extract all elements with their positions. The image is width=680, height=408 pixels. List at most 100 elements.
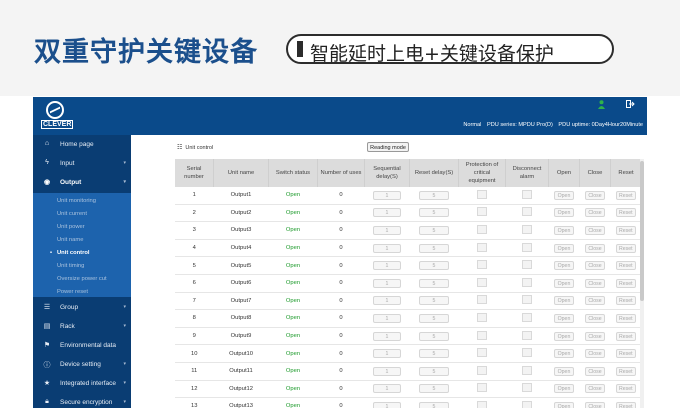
open-button[interactable]: Open (554, 208, 574, 218)
disconnect-alarm-checkbox[interactable] (522, 260, 532, 270)
close-button[interactable]: Close (585, 243, 605, 253)
protection-checkbox[interactable] (477, 365, 487, 375)
reset-button[interactable]: Reset (615, 331, 636, 341)
reset-delay-input[interactable]: 5 (419, 384, 449, 394)
sequential-delay-input[interactable]: 1 (373, 384, 401, 394)
reading-mode-button[interactable]: Reading mode (367, 142, 409, 152)
disconnect-alarm-checkbox[interactable] (522, 312, 532, 322)
disconnect-alarm-checkbox[interactable] (522, 242, 532, 252)
close-button[interactable]: Close (585, 190, 605, 200)
reset-button[interactable]: Reset (615, 261, 636, 271)
disconnect-alarm-checkbox[interactable] (522, 330, 532, 340)
sidebar-item-output[interactable]: ◉ Output ▾ (33, 174, 131, 192)
sequential-delay-input[interactable]: 1 (373, 366, 401, 376)
open-button[interactable]: Open (554, 243, 574, 253)
sequential-delay-input[interactable]: 1 (373, 208, 401, 218)
reset-delay-input[interactable]: 5 (419, 401, 449, 408)
protection-checkbox[interactable] (477, 207, 487, 217)
sequential-delay-input[interactable]: 1 (373, 225, 401, 235)
submenu-oversize-power-cut[interactable]: Oversize power cut (57, 276, 107, 282)
open-button[interactable]: Open (554, 401, 574, 408)
open-button[interactable]: Open (554, 331, 574, 341)
disconnect-alarm-checkbox[interactable] (522, 400, 532, 408)
sidebar-item-home[interactable]: ⌂ Home page (33, 136, 131, 154)
protection-checkbox[interactable] (477, 400, 487, 408)
submenu-unit-control[interactable]: Unit control (50, 250, 89, 256)
protection-checkbox[interactable] (477, 383, 487, 393)
protection-checkbox[interactable] (477, 348, 487, 358)
reset-delay-input[interactable]: 5 (419, 225, 449, 235)
reset-delay-input[interactable]: 5 (419, 296, 449, 306)
vertical-scrollbar[interactable] (640, 159, 644, 408)
protection-checkbox[interactable] (477, 312, 487, 322)
open-button[interactable]: Open (554, 278, 574, 288)
close-button[interactable]: Close (585, 401, 605, 408)
reset-button[interactable]: Reset (615, 243, 636, 253)
close-button[interactable]: Close (585, 331, 605, 341)
submenu-unit-name[interactable]: Unit name (57, 237, 83, 243)
open-button[interactable]: Open (554, 313, 574, 323)
reset-delay-input[interactable]: 5 (419, 331, 449, 341)
sidebar-item-group[interactable]: ☰ Group ▾ (33, 299, 131, 317)
logout-icon[interactable] (626, 100, 635, 110)
reset-delay-input[interactable]: 5 (419, 261, 449, 271)
protection-checkbox[interactable] (477, 277, 487, 287)
reset-button[interactable]: Reset (615, 313, 636, 323)
protection-checkbox[interactable] (477, 242, 487, 252)
submenu-unit-power[interactable]: Unit power (57, 224, 85, 230)
reset-delay-input[interactable]: 5 (419, 278, 449, 288)
reset-button[interactable]: Reset (615, 296, 636, 306)
reset-delay-input[interactable]: 5 (419, 313, 449, 323)
open-button[interactable]: Open (554, 296, 574, 306)
reset-button[interactable]: Reset (615, 278, 636, 288)
sidebar-item-integrated-interface[interactable]: ★ Integrated interface ▾ (33, 375, 131, 393)
reset-button[interactable]: Reset (615, 190, 636, 200)
reset-delay-input[interactable]: 5 (419, 208, 449, 218)
open-button[interactable]: Open (554, 261, 574, 271)
sequential-delay-input[interactable]: 1 (373, 261, 401, 271)
disconnect-alarm-checkbox[interactable] (522, 383, 532, 393)
sidebar-item-environmental-data[interactable]: ⚑ Environmental data (33, 337, 131, 355)
disconnect-alarm-checkbox[interactable] (522, 348, 532, 358)
submenu-unit-current[interactable]: Unit current (57, 211, 87, 217)
protection-checkbox[interactable] (477, 224, 487, 234)
reset-button[interactable]: Reset (615, 401, 636, 408)
sequential-delay-input[interactable]: 1 (373, 296, 401, 306)
protection-checkbox[interactable] (477, 330, 487, 340)
sequential-delay-input[interactable]: 1 (373, 243, 401, 253)
reset-button[interactable]: Reset (615, 349, 636, 359)
submenu-unit-monitoring[interactable]: Unit monitoring (57, 198, 96, 204)
sequential-delay-input[interactable]: 1 (373, 313, 401, 323)
user-icon[interactable] (598, 100, 605, 111)
submenu-power-reset[interactable]: Power reset (57, 289, 88, 295)
reset-button[interactable]: Reset (615, 366, 636, 376)
reset-button[interactable]: Reset (615, 225, 636, 235)
reset-button[interactable]: Reset (615, 208, 636, 218)
protection-checkbox[interactable] (477, 189, 487, 199)
sequential-delay-input[interactable]: 1 (373, 401, 401, 408)
close-button[interactable]: Close (585, 349, 605, 359)
close-button[interactable]: Close (585, 208, 605, 218)
protection-checkbox[interactable] (477, 260, 487, 270)
reset-delay-input[interactable]: 5 (419, 243, 449, 253)
sequential-delay-input[interactable]: 1 (373, 331, 401, 341)
sidebar-item-secure-encryption[interactable]: 🔒︎ Secure encryption ▾ (33, 394, 131, 408)
close-button[interactable]: Close (585, 296, 605, 306)
sequential-delay-input[interactable]: 1 (373, 190, 401, 200)
sidebar-item-device-setting[interactable]: ⓘ Device setting ▾ (33, 356, 131, 374)
disconnect-alarm-checkbox[interactable] (522, 277, 532, 287)
disconnect-alarm-checkbox[interactable] (522, 207, 532, 217)
close-button[interactable]: Close (585, 278, 605, 288)
sidebar-item-rack[interactable]: ▤ Rack ▾ (33, 318, 131, 336)
disconnect-alarm-checkbox[interactable] (522, 295, 532, 305)
sequential-delay-input[interactable]: 1 (373, 278, 401, 288)
disconnect-alarm-checkbox[interactable] (522, 365, 532, 375)
reset-delay-input[interactable]: 5 (419, 366, 449, 376)
protection-checkbox[interactable] (477, 295, 487, 305)
sequential-delay-input[interactable]: 1 (373, 349, 401, 359)
close-button[interactable]: Close (585, 313, 605, 323)
close-button[interactable]: Close (585, 384, 605, 394)
open-button[interactable]: Open (554, 384, 574, 394)
disconnect-alarm-checkbox[interactable] (522, 189, 532, 199)
open-button[interactable]: Open (554, 190, 574, 200)
